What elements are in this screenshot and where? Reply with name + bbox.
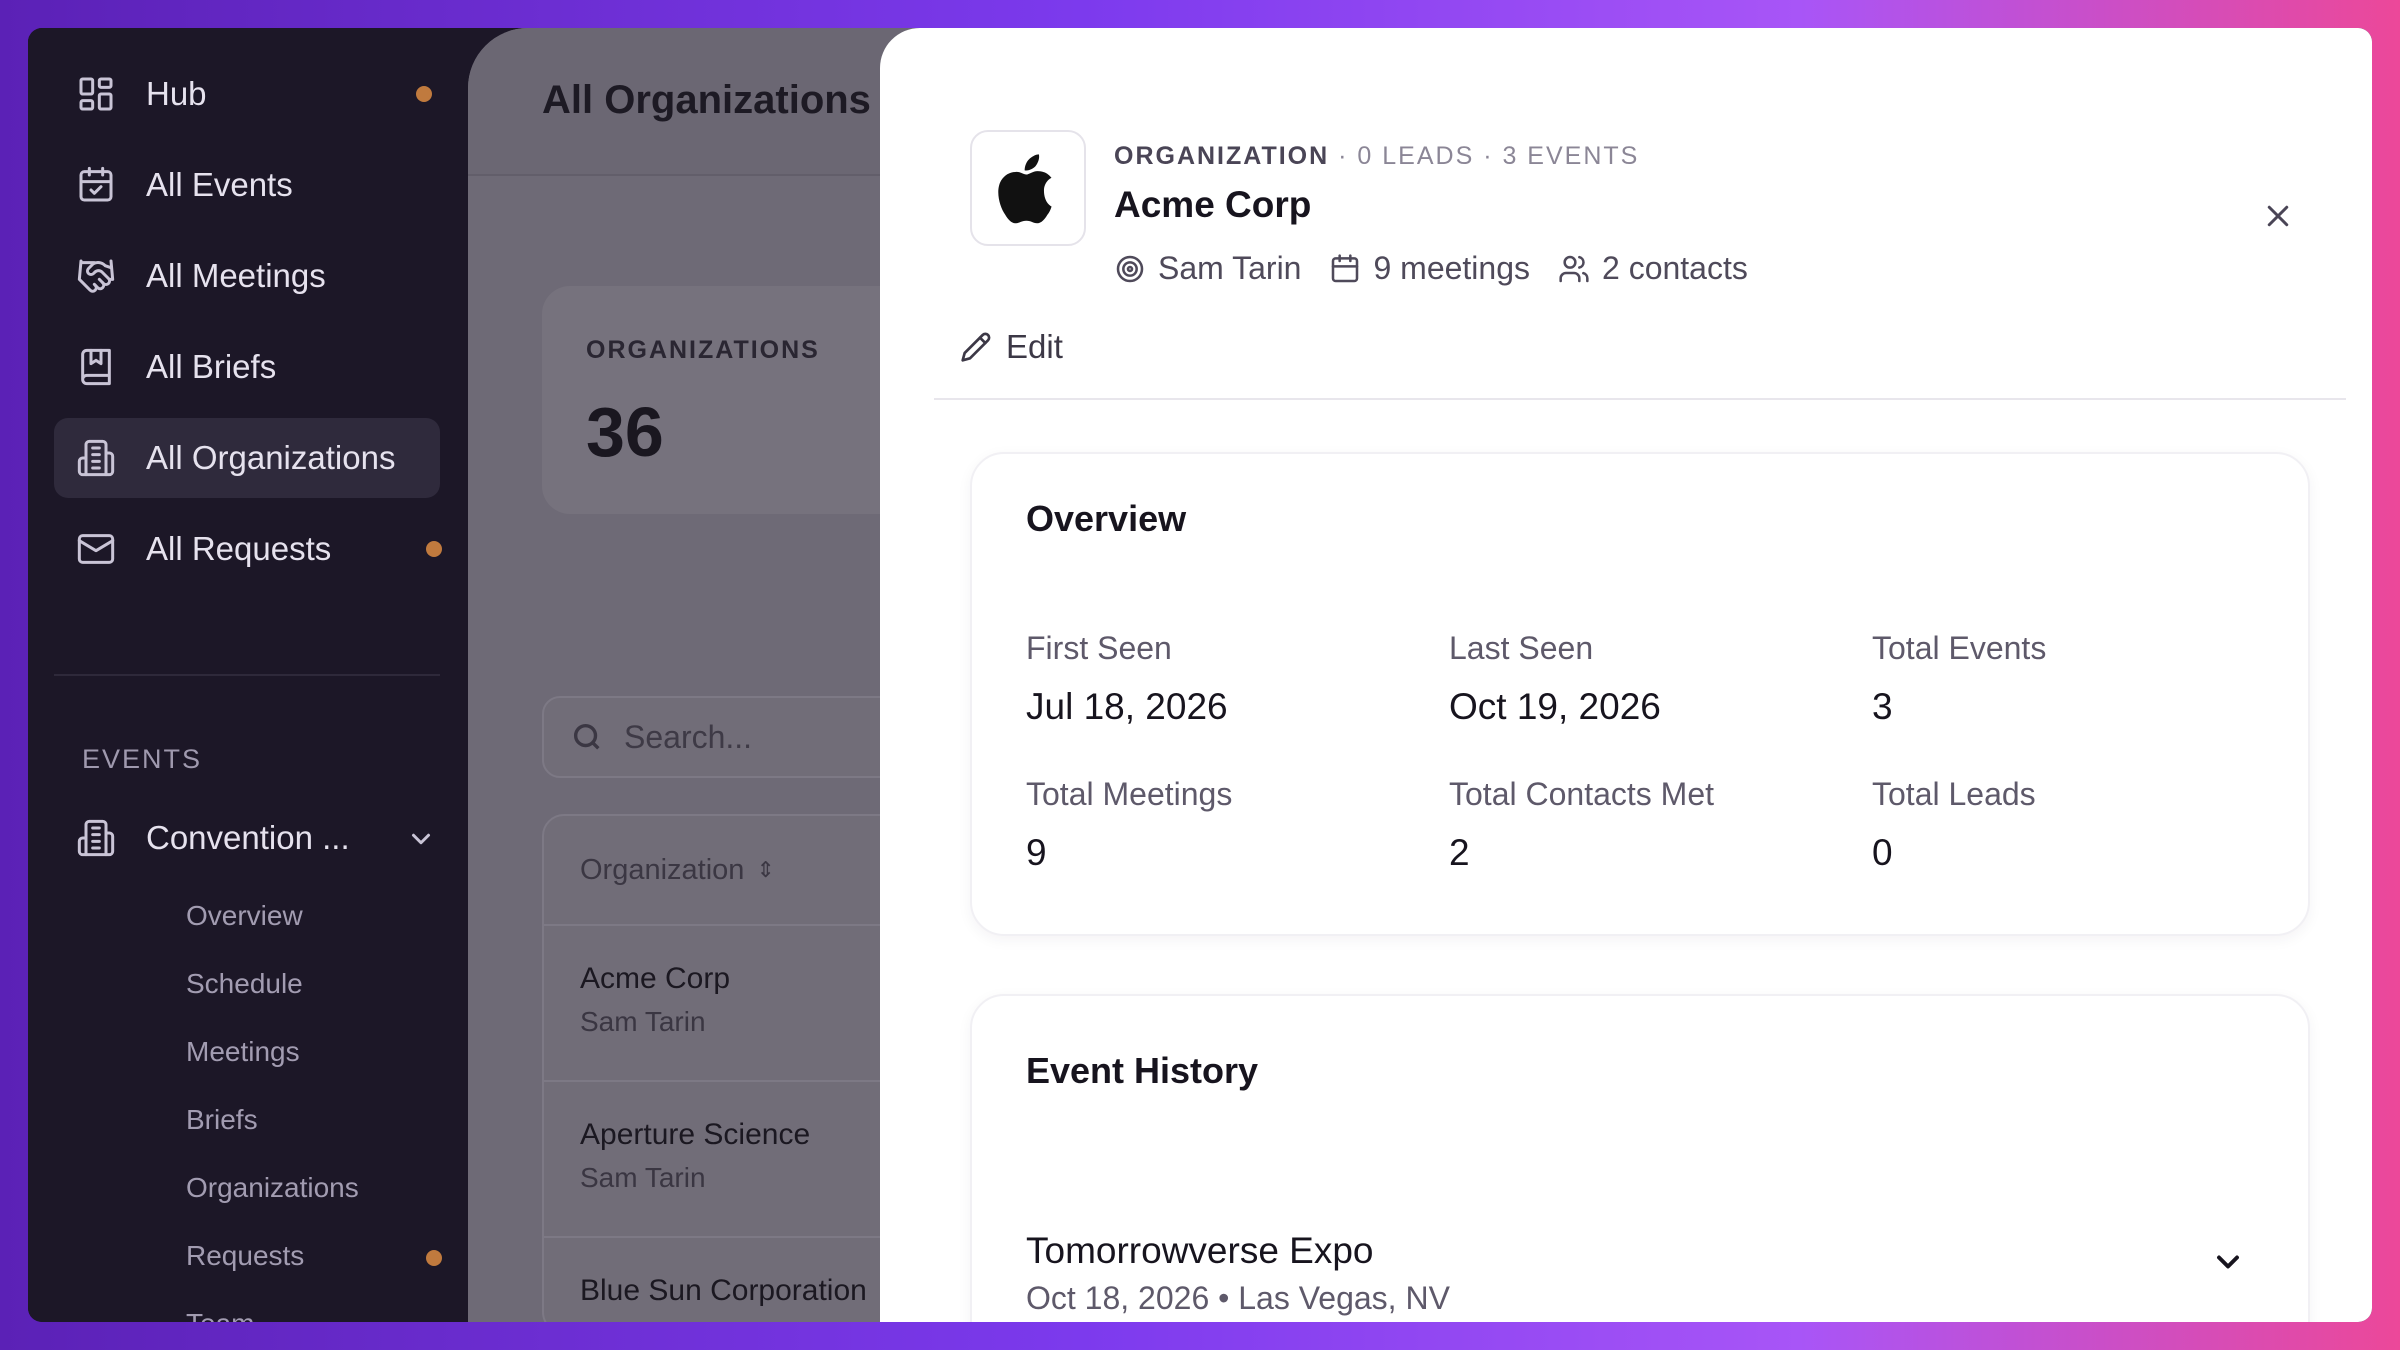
subnav-requests[interactable]: Requests: [186, 1240, 304, 1272]
sidebar-item-hub[interactable]: Hub: [54, 54, 440, 134]
target-icon: [1116, 255, 1144, 282]
handshake-icon: [76, 256, 116, 296]
subnav-meetings[interactable]: Meetings: [186, 1036, 300, 1068]
events-section-title: EVENTS: [82, 744, 203, 774]
sidebar-item-label: All Organizations: [146, 439, 396, 476]
sidebar-item-label: All Events: [146, 166, 293, 203]
last-seen-label: Last Seen: [1449, 630, 1594, 666]
org-meta: Sam Tarin 9 meetings 2 contacts: [1114, 250, 1776, 287]
org-counts: · 0 LEADS · 3 EVENTS: [1338, 142, 1640, 170]
calendar-icon: [1332, 253, 1359, 282]
total-leads-label: Total Leads: [1872, 776, 2036, 812]
sidebar-item-label: All Meetings: [146, 257, 326, 294]
current-event-selector[interactable]: Convention ...: [54, 798, 440, 878]
column-header-label: Organization: [580, 853, 745, 886]
mail-icon: [76, 529, 116, 569]
subnav-organizations[interactable]: Organizations: [186, 1172, 359, 1204]
pencil-icon: [961, 332, 991, 362]
org-type: ORGANIZATION: [1114, 142, 1330, 170]
first-seen-value: Jul 18, 2026: [1026, 686, 1228, 727]
contacts-meta: 2 contacts: [1558, 250, 1748, 287]
users-icon: [1559, 255, 1589, 282]
total-contacts-label: Total Contacts Met: [1449, 776, 1714, 812]
sidebar-item-all-briefs[interactable]: All Briefs: [54, 327, 440, 407]
building-icon: [76, 818, 116, 858]
meetings-meta: 9 meetings: [1329, 250, 1530, 287]
contacts-count: 2 contacts: [1602, 250, 1748, 286]
stat-caption: ORGANIZATIONS: [586, 336, 820, 364]
chevron-down-icon: [2217, 1255, 2239, 1269]
subnav-team[interactable]: Team: [186, 1308, 254, 1322]
calendar-check-icon: [76, 165, 116, 205]
search-placeholder: Search...: [624, 718, 753, 755]
notification-dot: [416, 86, 432, 102]
close-button[interactable]: [2256, 194, 2300, 238]
close-icon: [2267, 205, 2289, 227]
current-event-label: Convention ...: [146, 819, 350, 856]
expand-event-button[interactable]: [2210, 1244, 2246, 1280]
drawer-divider: [934, 398, 2346, 400]
org-eyebrow: ORGANIZATION · 0 LEADS · 3 EVENTS: [1114, 142, 1639, 171]
edit-label: Edit: [1006, 328, 1063, 365]
event-history-card: Event History Tomorrowverse Expo Oct 18,…: [970, 994, 2310, 1322]
total-events-label: Total Events: [1872, 630, 2047, 666]
subnav-schedule[interactable]: Schedule: [186, 968, 303, 1000]
page-title: All Organizations: [542, 78, 871, 122]
owner-meta: Sam Tarin: [1114, 250, 1301, 287]
total-meetings-value: 9: [1026, 832, 1047, 873]
sidebar-item-all-meetings[interactable]: All Meetings: [54, 236, 440, 316]
sidebar-item-label: All Requests: [146, 530, 332, 567]
sidebar-item-label: All Briefs: [146, 348, 277, 385]
first-seen-label: First Seen: [1026, 630, 1172, 666]
event-history-title: Event History: [1026, 1050, 1259, 1091]
overview-card: Overview First Seen Jul 18, 2026 Last Se…: [970, 452, 2310, 936]
event-name: Tomorrowverse Expo: [1026, 1230, 1374, 1271]
stat-value: 36: [586, 393, 664, 471]
bookmark-book-icon: [76, 347, 116, 387]
subnav-overview[interactable]: Overview: [186, 900, 303, 932]
building-icon: [76, 438, 116, 478]
chevron-down-icon: [406, 824, 436, 854]
subnav-briefs[interactable]: Briefs: [186, 1104, 258, 1136]
total-meetings-label: Total Meetings: [1026, 776, 1233, 812]
sidebar-divider: [54, 674, 440, 676]
organization-detail-drawer: ORGANIZATION · 0 LEADS · 3 EVENTS Acme C…: [880, 28, 2372, 1322]
app-window: Hub All Events All Meetings All Briefs A…: [28, 28, 2372, 1322]
organization-logo: [970, 130, 1086, 246]
apple-logo-icon: [998, 154, 1052, 224]
sidebar-item-label: Hub: [146, 75, 207, 112]
sidebar-item-all-organizations[interactable]: All Organizations: [54, 418, 440, 498]
owner-name: Sam Tarin: [1158, 250, 1302, 286]
edit-button[interactable]: Edit: [960, 328, 1063, 366]
total-contacts-value: 2: [1449, 832, 1470, 873]
total-leads-value: 0: [1872, 832, 1893, 873]
sort-icon: ⇕: [756, 857, 775, 882]
event-details: Oct 18, 2026 • Las Vegas, NV: [1026, 1280, 1450, 1316]
total-events-value: 3: [1872, 686, 1893, 727]
overview-title: Overview: [1026, 498, 1187, 539]
grid-icon: [76, 74, 116, 114]
sidebar-item-all-events[interactable]: All Events: [54, 145, 440, 225]
sidebar: Hub All Events All Meetings All Briefs A…: [28, 28, 468, 1322]
sidebar-item-all-requests[interactable]: All Requests: [54, 509, 442, 589]
last-seen-value: Oct 19, 2026: [1449, 686, 1661, 727]
notification-dot: [426, 541, 442, 557]
notification-dot: [426, 1250, 442, 1266]
org-name-heading: Acme Corp: [1114, 184, 1312, 225]
search-icon: [573, 723, 600, 750]
meetings-count: 9 meetings: [1373, 250, 1530, 286]
